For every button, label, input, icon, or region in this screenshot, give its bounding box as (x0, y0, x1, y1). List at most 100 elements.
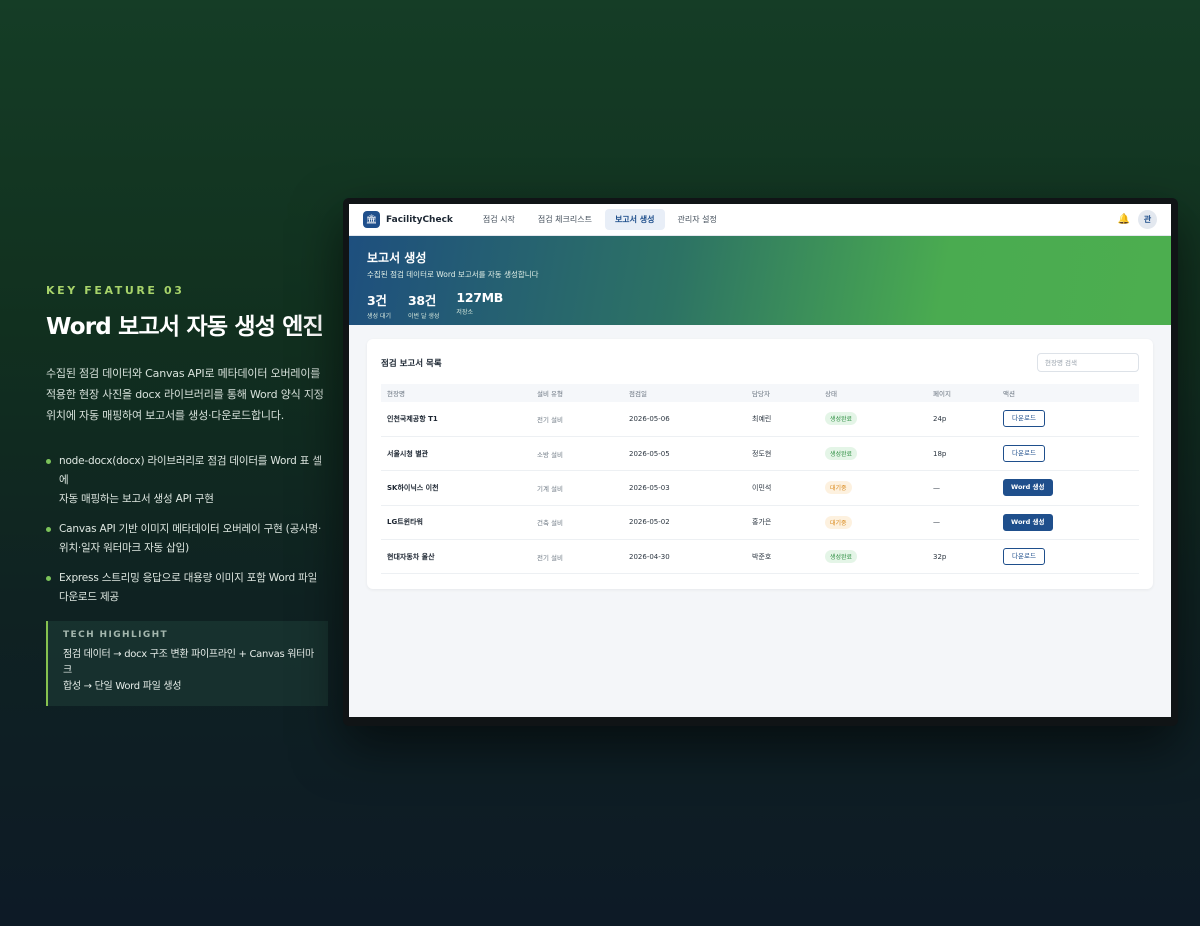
cell-owner: 이민석 (746, 470, 819, 506)
cell-type: 전기 설비 (531, 539, 623, 575)
tech-highlight-body: 점검 데이터 → docx 구조 변환 파이프라인 + Canvas 워터마크 … (63, 647, 316, 695)
cell-owner: 홍가은 (746, 505, 819, 541)
stat-label: 이번 달 생성 (408, 313, 440, 320)
column-header: 상태 (825, 390, 837, 398)
stat-pending: 3건 생성 대기 (367, 290, 391, 320)
feature-bullet-line: 자동 매핑하는 보고서 생성 API 구현 (59, 493, 214, 505)
cell-owner: 박준호 (746, 539, 819, 575)
card-header: 점검 보고서 목록 (381, 353, 1139, 372)
building-icon: 🏛 (363, 211, 380, 228)
cell-status: 대기중 (819, 505, 927, 541)
feature-description-line: 수집된 점검 데이터와 Canvas API로 메타데이터 오버레이를 (46, 367, 321, 380)
feature-bullet-list: node-docx(docx) 라이브러리로 점검 데이터를 Word 표 셀에… (46, 452, 328, 607)
nav-item-admin-settings[interactable]: 관리자 설정 (668, 209, 727, 230)
page-title: 보고서 생성 (367, 251, 427, 265)
stats-row: 3건 생성 대기 38건 이번 달 생성 127MB 저장소 (367, 290, 1153, 320)
feature-bullet-line: Express 스트리밍 응답으로 대용량 이미지 포함 Word 파일 (59, 572, 318, 584)
bell-icon[interactable]: 🔔 (1118, 214, 1130, 225)
column-header: 현장명 (387, 390, 405, 398)
download-button[interactable]: 다운로드 (1003, 410, 1045, 428)
cell-pages: — (927, 470, 997, 506)
cell-action: 다운로드 (997, 402, 1139, 437)
card-title: 점검 보고서 목록 (381, 358, 442, 369)
cell-status: 대기중 (819, 470, 927, 506)
cell-action: Word 생성 (997, 470, 1139, 506)
stat-label: 생성 대기 (367, 313, 391, 320)
cell-pages: — (927, 505, 997, 541)
cell-action: 다운로드 (997, 436, 1139, 472)
status-badge: 생성완료 (825, 412, 858, 426)
tech-highlight-line: 점검 데이터 → docx 구조 변환 파이프라인 + Canvas 워터마크 (63, 649, 314, 676)
bullet-dot-icon (46, 459, 51, 464)
column-header: 액션 (1003, 390, 1015, 398)
table-row: 인천국제공항 T1 전기 설비 2026-05-06 최예린 생성완료 24p … (381, 402, 1139, 437)
brand-name: FacilityCheck (386, 214, 453, 225)
cell-site: 서울시청 별관 (381, 436, 531, 472)
feature-description-line: 위치에 자동 매핑하여 보고서를 생성·다운로드합니다. (46, 409, 285, 422)
cell-action: Word 생성 (997, 505, 1139, 541)
cell-site: LG트윈타워 (381, 505, 531, 541)
cell-status: 생성완료 (819, 539, 927, 575)
feature-description-line: 적용한 현장 사진을 docx 라이브러리를 통해 Word 양식 지정 (46, 388, 324, 401)
generate-word-button[interactable]: Word 생성 (1003, 513, 1053, 531)
cell-pages: 18p (927, 436, 997, 472)
stat-value: 38건 (408, 293, 436, 308)
feature-bullet-line: Canvas API 기반 이미지 메타데이터 오버레이 구현 (공사명· (59, 523, 322, 535)
feature-bullet: Express 스트리밍 응답으로 대용량 이미지 포함 Word 파일 다운로… (46, 569, 328, 607)
bullet-dot-icon (46, 527, 51, 532)
download-button[interactable]: 다운로드 (1003, 548, 1045, 566)
report-table: 현장명 설비 유형 점검일 담당자 상태 페이지 액션 인천국제공항 T1 전기… (381, 384, 1139, 575)
cell-date: 2026-05-05 (623, 436, 746, 472)
cell-site: 인천국제공항 T1 (381, 402, 531, 437)
status-badge: 생성완료 (825, 447, 858, 461)
cell-status: 생성완료 (819, 402, 927, 437)
cell-owner: 최예린 (746, 402, 819, 437)
cell-date: 2026-05-03 (623, 470, 746, 506)
column-header: 점검일 (629, 390, 647, 398)
avatar[interactable]: 관 (1138, 210, 1157, 229)
feature-kicker: KEY FEATURE 03 (46, 284, 185, 297)
cell-status: 생성완료 (819, 436, 927, 472)
table-row: 서울시청 별관 소방 설비 2026-05-05 정도현 생성완료 18p 다운… (381, 436, 1139, 472)
feature-title: Word 보고서 자동 생성 엔진 (46, 314, 324, 340)
tech-highlight-title: TECH HIGHLIGHT (63, 630, 169, 640)
column-header: 설비 유형 (537, 390, 563, 398)
feature-bullet-line: 다운로드 제공 (59, 591, 119, 603)
main-nav: 점검 시작 점검 체크리스트 보고서 생성 관리자 설정 (473, 209, 730, 230)
table-row: LG트윈타워 건축 설비 2026-05-02 홍가은 대기중 — Word 생… (381, 505, 1139, 541)
cell-site: SK하이닉스 이천 (381, 470, 531, 506)
app-window-frame: 🏛 FacilityCheck 점검 시작 점검 체크리스트 보고서 생성 관리… (343, 198, 1178, 726)
nav-item-inspection-start[interactable]: 점검 시작 (473, 209, 525, 230)
nav-item-checklist[interactable]: 점검 체크리스트 (528, 209, 602, 230)
cell-date: 2026-05-06 (623, 402, 746, 437)
feature-panel: KEY FEATURE 03 Word 보고서 자동 생성 엔진 수집된 점검 … (46, 284, 328, 706)
status-badge: 생성완료 (825, 550, 858, 564)
feature-bullet-line: node-docx(docx) 라이브러리로 점검 데이터를 Word 표 셀에 (59, 455, 322, 486)
cell-date: 2026-04-30 (623, 539, 746, 575)
cell-action: 다운로드 (997, 539, 1139, 575)
stat-label: 저장소 (456, 309, 473, 316)
generate-word-button[interactable]: Word 생성 (1003, 479, 1053, 497)
feature-bullet: Canvas API 기반 이미지 메타데이터 오버레이 구현 (공사명· 위치… (46, 520, 328, 558)
nav-item-report-generation[interactable]: 보고서 생성 (604, 209, 665, 230)
stat-value: 3건 (367, 293, 387, 308)
status-badge: 대기중 (825, 481, 852, 495)
column-header: 페이지 (933, 390, 951, 398)
cell-owner: 정도현 (746, 436, 819, 472)
feature-bullet-line: 위치·일자 워터마크 자동 삽입) (59, 542, 189, 554)
brand[interactable]: 🏛 FacilityCheck (363, 211, 453, 228)
cell-type: 소방 설비 (531, 436, 623, 472)
report-list-card: 점검 보고서 목록 현장명 설비 유형 점검일 담당자 상태 페이지 액션 (367, 339, 1153, 589)
search-input[interactable] (1037, 353, 1139, 372)
tech-highlight-line: 합성 → 단일 Word 파일 생성 (63, 681, 182, 692)
column-header: 담당자 (752, 390, 770, 398)
cell-type: 전기 설비 (531, 402, 623, 437)
cell-pages: 32p (927, 539, 997, 575)
status-badge: 대기중 (825, 515, 852, 529)
cell-type: 건축 설비 (531, 505, 623, 541)
stat-storage: 127MB 저장소 (456, 290, 503, 320)
table-row: SK하이닉스 이천 기계 설비 2026-05-03 이민석 대기중 — Wor… (381, 470, 1139, 506)
download-button[interactable]: 다운로드 (1003, 445, 1045, 463)
app-screen: 🏛 FacilityCheck 점검 시작 점검 체크리스트 보고서 생성 관리… (349, 204, 1171, 717)
cell-type: 기계 설비 (531, 470, 623, 506)
